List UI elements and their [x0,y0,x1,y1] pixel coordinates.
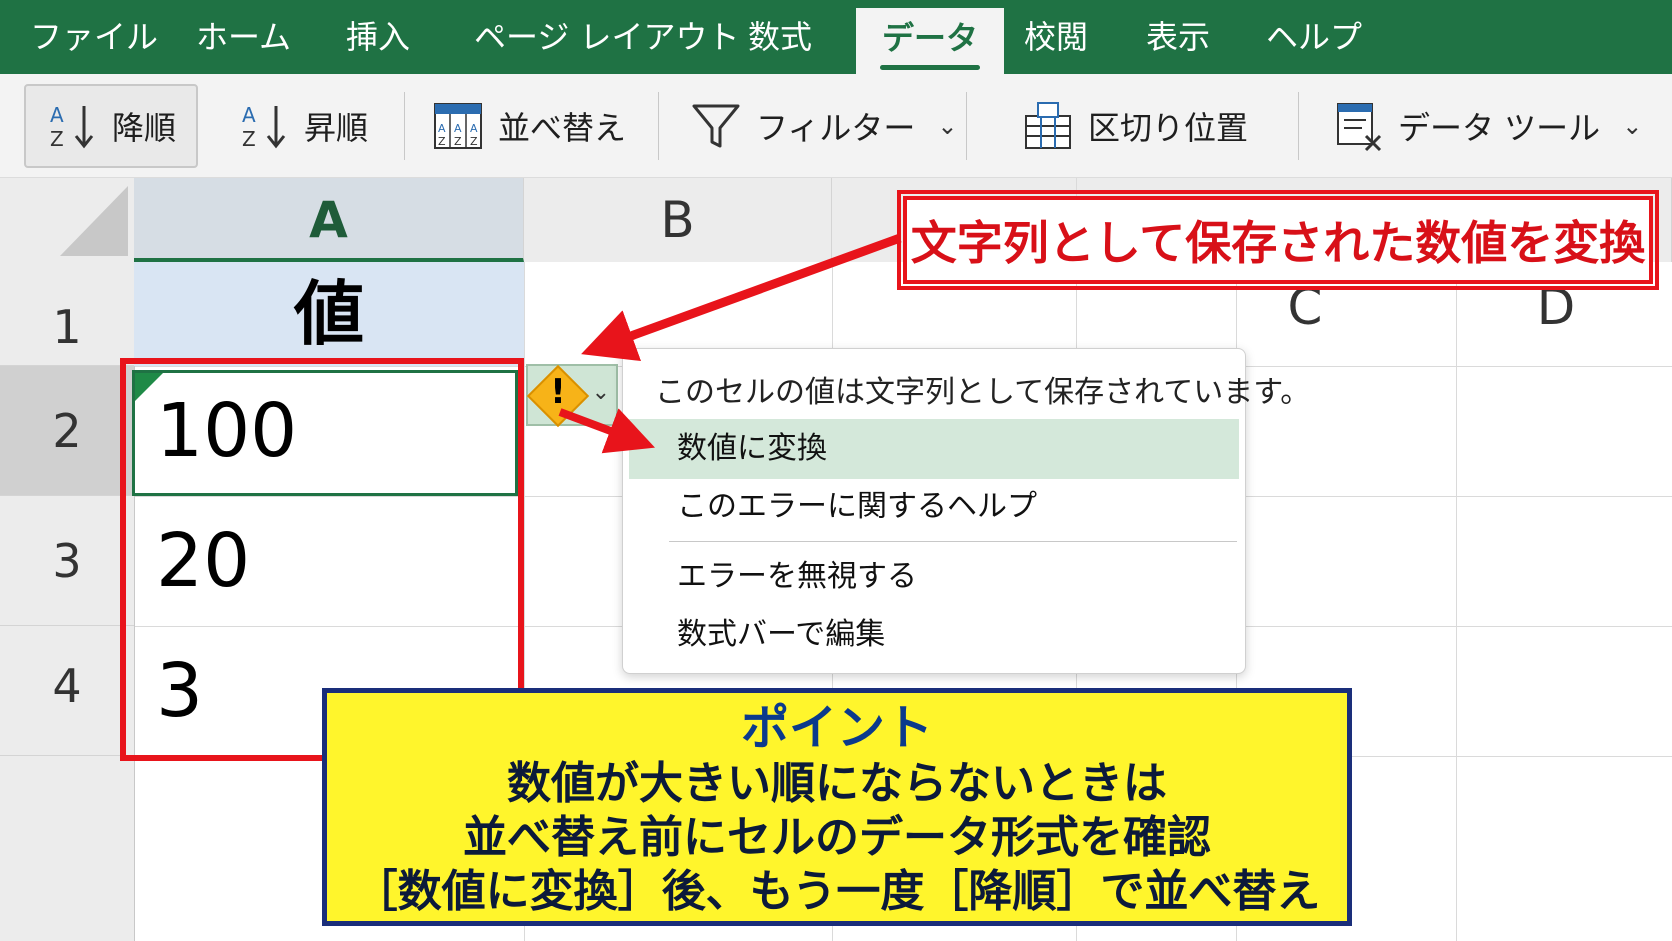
svg-text:A: A [470,122,478,135]
data-tools-button[interactable]: データ ツール ⌄ [1332,84,1642,168]
cell-a1[interactable]: 値 [134,262,524,366]
ribbon-separator [404,92,405,160]
row-header-blank [0,756,134,941]
point-title: ポイント [740,700,933,756]
sort-ascending-button[interactable]: A Z 昇順 [238,84,368,168]
tab-help[interactable]: ヘルプ [1266,14,1362,60]
data-tools-icon [1337,103,1382,152]
exclamation-icon: ! [550,372,566,412]
tab-file[interactable]: ファイル [30,14,158,60]
filter-button[interactable]: フィルター ⌄ [690,84,957,168]
text-to-columns-icon [1025,102,1071,149]
ribbon-separator [966,92,967,160]
row-header-1[interactable]: 1 [0,262,134,366]
sort-ascending-icon: A Z [242,103,286,151]
svg-text:A: A [438,122,446,135]
row-header-3[interactable]: 3 [0,496,134,626]
tab-formulas[interactable]: 数式 [748,14,812,60]
tab-view[interactable]: 表示 [1146,14,1210,60]
menu-bar: ファイル ホーム 挿入 ページ レイアウト 数式 データ 校閲 表示 ヘルプ [0,0,1672,74]
active-tab-underline [880,65,981,70]
chevron-down-icon: ⌄ [937,112,958,140]
sort-descending-label: 降順 [112,109,177,147]
ribbon-separator [1298,92,1299,160]
svg-text:A: A [242,103,256,127]
tab-page-layout[interactable]: ページ レイアウト [474,14,740,60]
filter-funnel-icon [692,104,740,148]
text-to-columns-label: 区切り位置 [1088,109,1249,147]
chevron-down-icon: ⌄ [1622,112,1643,140]
point-line-2: 並べ替え前にセルのデータ形式を確認 [463,812,1211,863]
filter-button-label: フィルター [756,109,916,147]
row-header-2[interactable]: 2 [0,366,134,496]
ribbon-separator [658,92,659,160]
column-header-a[interactable]: A [134,178,524,262]
point-line-1: 数値が大きい順にならないときは [507,758,1167,809]
row-header-4[interactable]: 4 [0,626,134,756]
menu-separator [669,541,1237,542]
column-header-c[interactable]: C [1238,278,1372,336]
select-all-triangle-icon [60,186,128,256]
ribbon: A Z 降順 A Z 昇順 A A A Z Z Z 並べ替え フィルター ⌄ 区… [0,74,1672,178]
svg-text:A: A [454,122,462,135]
column-header-d[interactable]: D [1456,278,1656,336]
svg-text:Z: Z [50,127,64,151]
sort-dialog-icon: A A A Z Z Z [434,103,482,149]
column-header-b[interactable]: B [524,178,832,262]
select-all-corner[interactable] [0,178,134,262]
svg-text:A: A [50,103,64,127]
menu-item-convert-to-number[interactable]: 数値に変換 [629,419,1239,479]
menu-item-edit-in-formula-bar[interactable]: 数式バーで編集 [629,605,1239,665]
point-line-3: ［数値に変換］後、もう一度［降順］で並べ替え [353,866,1321,917]
menu-item-error-help[interactable]: このエラーに関するヘルプ [629,477,1239,537]
error-context-menu: このセルの値は文字列として保存されています。 数値に変換 このエラーに関するヘル… [622,348,1310,674]
svg-text:Z: Z [438,135,446,148]
tab-data-label: データ [882,19,979,57]
tab-insert[interactable]: 挿入 [346,14,410,60]
tab-data[interactable]: データ [856,8,1005,74]
svg-text:Z: Z [454,135,462,148]
chevron-down-icon: ⌄ [591,380,610,405]
sort-ascending-label: 昇順 [304,109,369,147]
error-options-button[interactable]: ! ⌄ [526,364,618,428]
menu-item-ignore-error[interactable]: エラーを無視する [629,547,1239,607]
data-tools-label: データ ツール [1398,109,1601,147]
context-menu-title: このセルの値は文字列として保存されています。 [655,375,1311,410]
text-to-columns-button[interactable]: 区切り位置 [1022,84,1248,168]
tab-home[interactable]: ホーム [196,14,291,60]
point-note-box: ポイント 数値が大きい順にならないときは 並べ替え前にセルのデータ形式を確認 ［… [322,688,1352,926]
grid-line [1456,262,1457,941]
sort-descending-icon: A Z [50,103,94,151]
sort-button-label: 並べ替え [498,109,627,147]
sort-descending-button[interactable]: A Z 降順 [24,84,199,168]
svg-text:Z: Z [242,127,256,151]
annotation-callout: 文字列として保存された数値を変換 [897,190,1659,290]
tab-review[interactable]: 校閲 [1024,14,1088,60]
sort-button[interactable]: A A A Z Z Z 並べ替え [432,84,626,168]
svg-text:Z: Z [470,135,478,148]
